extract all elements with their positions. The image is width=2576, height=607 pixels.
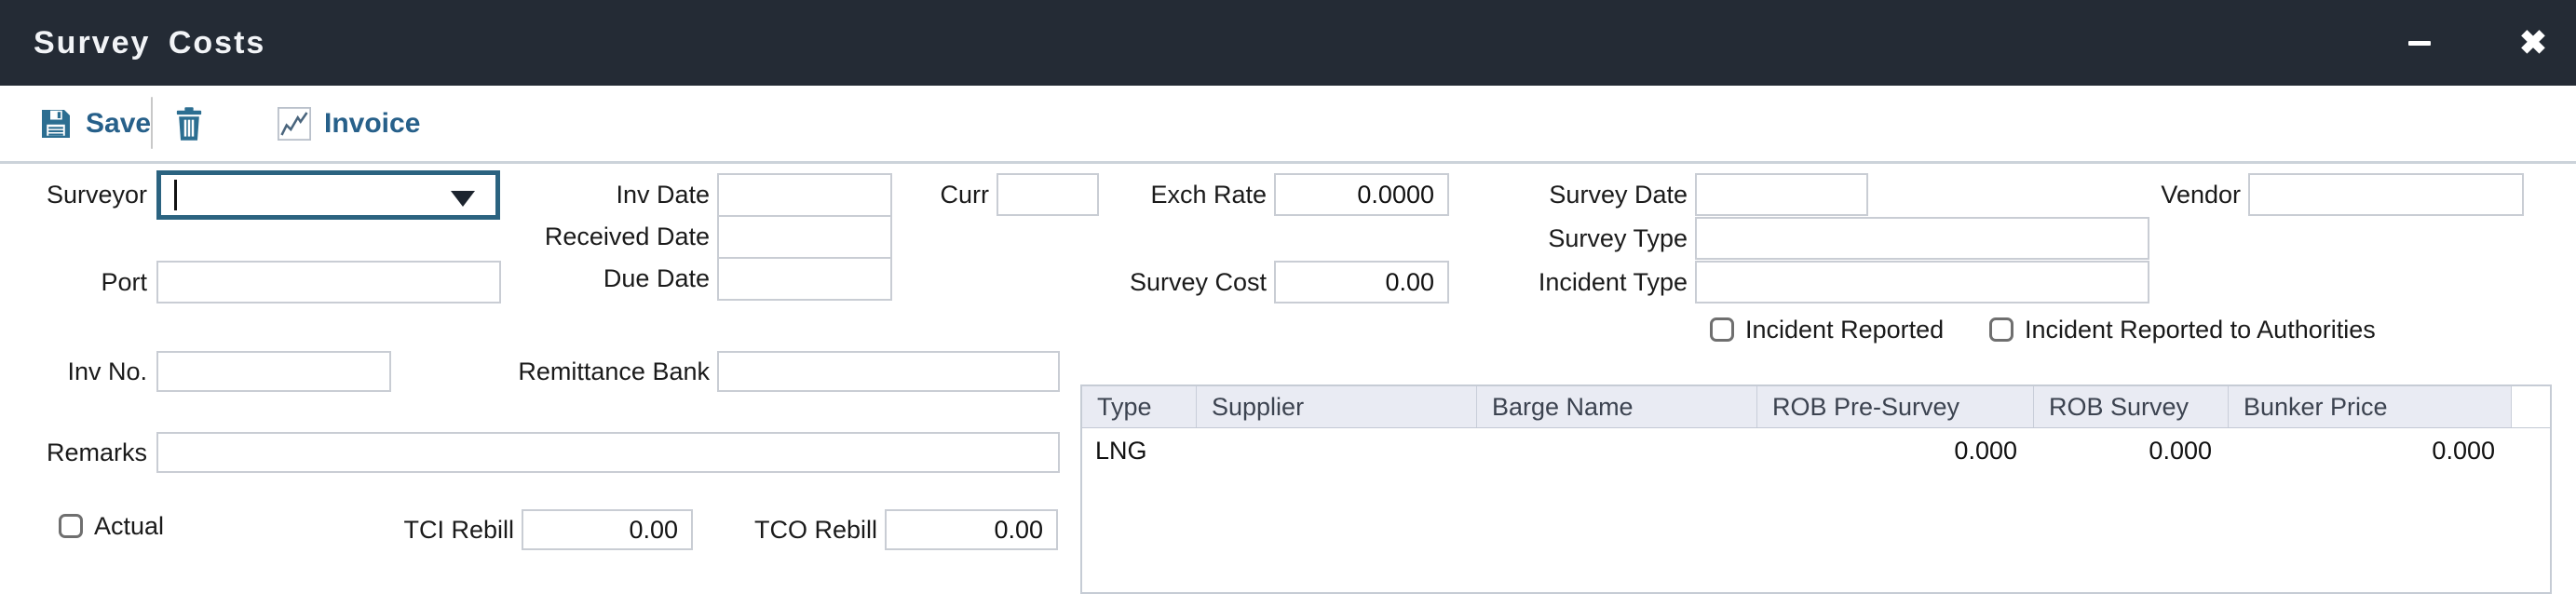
column-header-barge-name[interactable]: Barge Name bbox=[1477, 386, 1757, 427]
invoice-button-label: Invoice bbox=[324, 108, 420, 140]
inv-no-label: Inv No. bbox=[0, 351, 147, 392]
toolbar: Save Invoice bbox=[0, 86, 2576, 164]
invoice-button[interactable]: Invoice bbox=[278, 86, 420, 161]
column-header-bunker-price[interactable]: Bunker Price bbox=[2229, 386, 2512, 427]
vendor-label: Vendor bbox=[2054, 173, 2241, 216]
port-label: Port bbox=[0, 261, 147, 304]
floppy-disk-icon bbox=[39, 107, 73, 141]
survey-date-input[interactable] bbox=[1695, 173, 1868, 216]
save-button[interactable]: Save bbox=[39, 86, 151, 161]
close-button[interactable]: ✖ bbox=[2509, 19, 2557, 67]
surveyor-label: Surveyor bbox=[0, 170, 147, 220]
tco-rebill-label: TCO Rebill bbox=[698, 509, 877, 550]
inv-date-input[interactable] bbox=[717, 173, 892, 217]
port-input[interactable] bbox=[156, 261, 501, 304]
received-date-input[interactable] bbox=[717, 215, 892, 259]
due-date-input[interactable] bbox=[717, 257, 892, 301]
exch-rate-label: Exch Rate bbox=[1080, 173, 1267, 216]
survey-costs-dialog: Survey Costs ✖ Save bbox=[0, 0, 2576, 607]
tci-rebill-label: TCI Rebill bbox=[335, 509, 514, 550]
remittance-bank-label: Remittance Bank bbox=[503, 351, 710, 392]
remittance-bank-input[interactable] bbox=[717, 351, 1060, 392]
column-header-supplier[interactable]: Supplier bbox=[1197, 386, 1477, 427]
table-row[interactable]: LNG 0.000 0.000 0.000 bbox=[1082, 428, 2550, 473]
survey-cost-label: Survey Cost bbox=[1062, 261, 1267, 304]
exch-rate-input[interactable] bbox=[1274, 173, 1449, 216]
surveyor-select[interactable] bbox=[156, 170, 500, 220]
inv-no-input[interactable] bbox=[156, 351, 391, 392]
vendor-input[interactable] bbox=[2248, 173, 2524, 216]
incident-type-label: Incident Type bbox=[1483, 261, 1688, 304]
remarks-label: Remarks bbox=[0, 432, 147, 473]
tci-rebill-input[interactable] bbox=[522, 509, 693, 550]
dialog-titlebar[interactable]: Survey Costs ✖ bbox=[0, 0, 2576, 86]
due-date-label: Due Date bbox=[523, 257, 710, 301]
text-cursor bbox=[174, 180, 177, 210]
incident-reported-label: Incident Reported bbox=[1745, 309, 1944, 350]
incident-type-input[interactable] bbox=[1695, 261, 2149, 304]
table-header-row: Type Supplier Barge Name ROB Pre-Survey … bbox=[1082, 386, 2550, 428]
page-title: Survey Costs bbox=[34, 0, 265, 86]
incident-reported-to-authorities-label: Incident Reported to Authorities bbox=[2025, 309, 2376, 350]
trash-icon bbox=[173, 106, 205, 142]
actual-checkbox[interactable] bbox=[59, 514, 83, 538]
close-icon: ✖ bbox=[2519, 19, 2547, 67]
table-scrollbar-gutter bbox=[2512, 386, 2550, 427]
column-header-type[interactable]: Type bbox=[1082, 386, 1197, 427]
delete-button[interactable] bbox=[173, 86, 205, 161]
save-button-label: Save bbox=[86, 108, 151, 140]
survey-type-input[interactable] bbox=[1695, 217, 2149, 260]
cell-type: LNG bbox=[1082, 437, 1197, 465]
minimize-icon bbox=[2408, 41, 2431, 46]
actual-label: Actual bbox=[94, 506, 164, 546]
survey-type-label: Survey Type bbox=[1483, 217, 1688, 260]
bunker-survey-table: Type Supplier Barge Name ROB Pre-Survey … bbox=[1080, 384, 2552, 594]
cell-bunker-price: 0.000 bbox=[2229, 437, 2512, 465]
tco-rebill-input[interactable] bbox=[885, 509, 1058, 550]
minimize-button[interactable] bbox=[2395, 19, 2444, 67]
incident-reported-to-authorities-checkbox[interactable] bbox=[1989, 317, 2013, 342]
survey-date-label: Survey Date bbox=[1501, 173, 1688, 216]
received-date-label: Received Date bbox=[503, 215, 710, 259]
toolbar-divider bbox=[151, 97, 153, 149]
invoice-chart-icon bbox=[278, 107, 311, 141]
survey-cost-input[interactable] bbox=[1274, 261, 1449, 304]
chevron-down-icon bbox=[451, 191, 475, 207]
remarks-input[interactable] bbox=[156, 432, 1060, 473]
curr-label: Curr bbox=[885, 173, 989, 216]
cell-rob-survey: 0.000 bbox=[2034, 437, 2229, 465]
inv-date-label: Inv Date bbox=[523, 173, 710, 217]
column-header-rob-pre-survey[interactable]: ROB Pre-Survey bbox=[1757, 386, 2034, 427]
cell-rob-pre-survey: 0.000 bbox=[1757, 437, 2034, 465]
incident-reported-checkbox[interactable] bbox=[1710, 317, 1734, 342]
column-header-rob-survey[interactable]: ROB Survey bbox=[2034, 386, 2229, 427]
